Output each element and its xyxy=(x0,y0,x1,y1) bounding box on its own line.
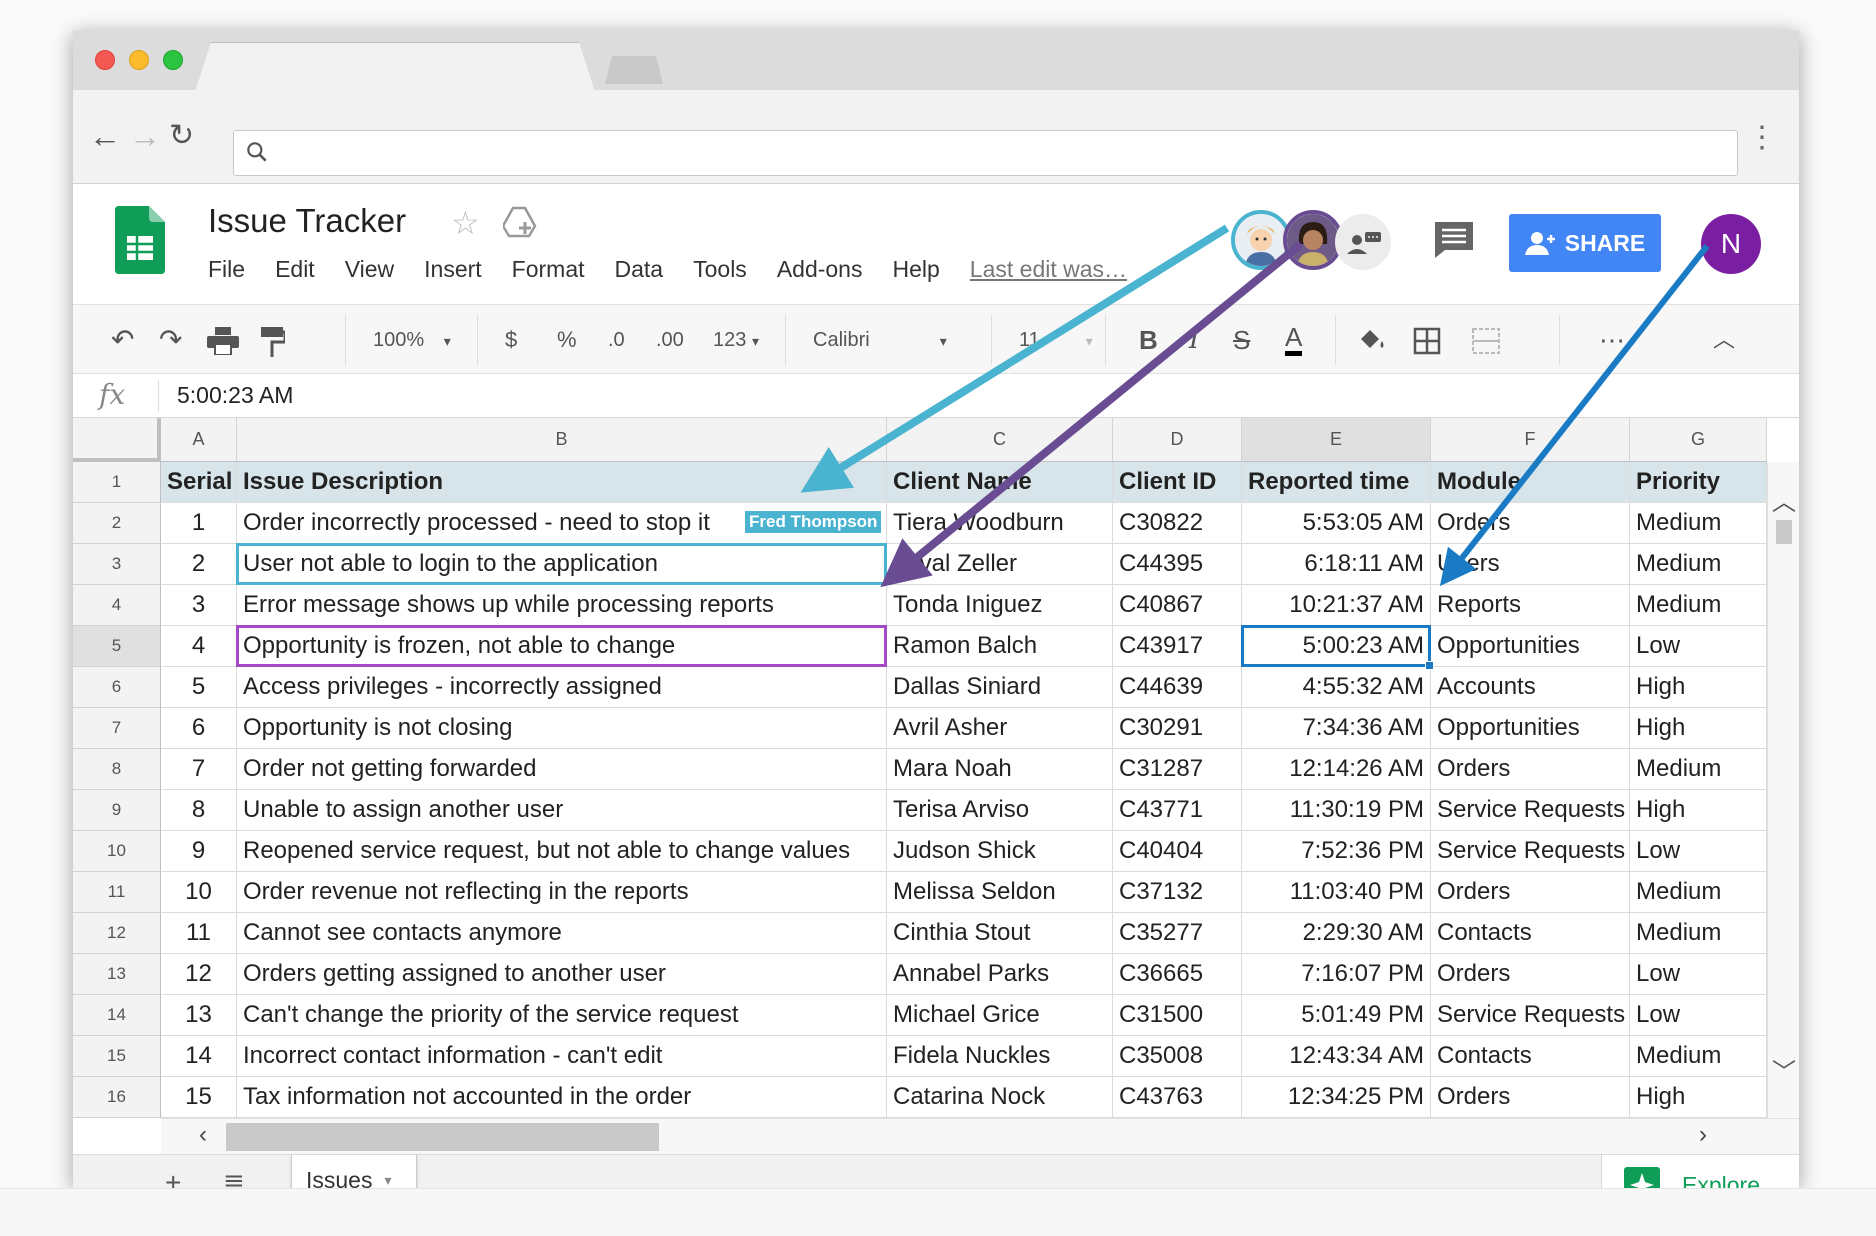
arrow-collaborator-3 xyxy=(1439,244,1710,587)
page-bottom-strip xyxy=(0,1188,1876,1236)
browser-window: ← → ↻ ⋮ Issue Tracker ☆ File Edit View I… xyxy=(73,30,1799,1188)
arrow-collaborator-2 xyxy=(880,240,1304,588)
collaboration-arrows xyxy=(800,224,1710,588)
